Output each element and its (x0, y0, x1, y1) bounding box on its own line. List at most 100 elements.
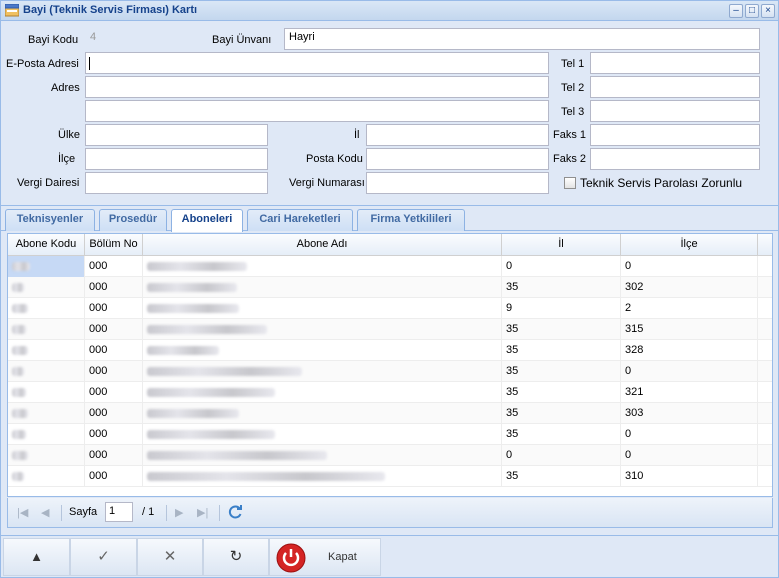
il-cell: 0 (502, 445, 621, 466)
tel1-field[interactable] (590, 52, 760, 74)
page-count: / 1 (142, 506, 155, 518)
redacted-text (12, 408, 28, 418)
il-field[interactable] (366, 124, 549, 146)
adres-label: Adres (51, 82, 80, 94)
next-page-icon[interactable]: ▶ (175, 506, 183, 519)
table-row[interactable]: 000 35 0 (8, 424, 772, 445)
window-icon (5, 4, 19, 17)
bolum-no-cell: 000 (85, 361, 143, 382)
redacted-text (147, 387, 275, 397)
table-row[interactable]: 000 35 302 (8, 277, 772, 298)
tab-firma-yetkilileri[interactable]: Firma Yetkilileri (357, 209, 465, 231)
tab-teknisyenler[interactable]: Teknisyenler (5, 209, 95, 231)
abone-kodu-cell (8, 298, 85, 319)
bolum-no-cell: 000 (85, 445, 143, 466)
close-icon[interactable]: × (761, 4, 775, 18)
ilce-cell: 0 (621, 256, 758, 277)
vergi-numarasi-field[interactable] (366, 172, 549, 194)
bolum-no-cell: 000 (85, 466, 143, 487)
confirm-button[interactable]: ✓ (70, 538, 137, 576)
up-arrow-icon: ▲ (30, 549, 43, 564)
ilce-cell: 315 (621, 319, 758, 340)
abone-adi-cell (143, 382, 502, 403)
abone-adi-cell (143, 340, 502, 361)
il-label: İl (354, 129, 360, 141)
col-header-il[interactable]: İl (502, 234, 621, 256)
il-cell: 35 (502, 277, 621, 298)
bolum-no-cell: 000 (85, 403, 143, 424)
redacted-text (12, 450, 28, 460)
table-row[interactable]: 000 35 310 (8, 466, 772, 487)
pager-separator (166, 505, 167, 521)
col-header-ilce[interactable]: İlçe (621, 234, 758, 256)
col-header-abone-adi[interactable]: Abone Adı (143, 234, 502, 256)
abone-adi-cell (143, 361, 502, 382)
tel3-label: Tel 3 (561, 106, 585, 118)
col-header-abone-kodu[interactable]: Abone Kodu (8, 234, 85, 256)
il-cell: 35 (502, 382, 621, 403)
grid-header: Abone Kodu Bölüm No Abone Adı İl İlçe (8, 234, 772, 256)
move-up-button[interactable]: ▲ (3, 538, 70, 576)
redacted-text (147, 345, 219, 355)
ilce-cell: 328 (621, 340, 758, 361)
posta-kodu-field[interactable] (366, 148, 549, 170)
dealer-form: Bayi Kodu 4 Bayi Ünvanı Hayri E-Posta Ad… (1, 22, 778, 206)
abone-adi-cell (143, 256, 502, 277)
il-cell: 35 (502, 319, 621, 340)
ilce-cell: 303 (621, 403, 758, 424)
bayi-unvani-field[interactable]: Hayri (284, 28, 760, 50)
abone-kodu-cell (8, 361, 85, 382)
adres-field-2[interactable] (85, 100, 549, 122)
ilce-field[interactable] (85, 148, 268, 170)
prev-page-icon[interactable]: ◀ (41, 506, 49, 519)
redacted-text (147, 324, 267, 334)
pager-separator (61, 505, 62, 521)
cancel-button[interactable]: ✕ (137, 538, 203, 576)
redacted-text (147, 303, 239, 313)
tab-cari-hareketleri[interactable]: Cari Hareketleri (247, 209, 353, 231)
tab-strip: Teknisyenler Prosedür Aboneleri Cari Har… (1, 207, 778, 232)
text-cursor (89, 57, 90, 70)
parola-zorunlu-checkbox[interactable] (564, 177, 576, 189)
table-row[interactable]: 000 0 0 (8, 256, 772, 277)
first-page-icon[interactable]: |◀ (17, 506, 28, 519)
table-row[interactable]: 000 35 321 (8, 382, 772, 403)
tel2-field[interactable] (590, 76, 760, 98)
abone-kodu-cell (8, 319, 85, 340)
abone-kodu-cell (8, 445, 85, 466)
table-row[interactable]: 000 35 303 (8, 403, 772, 424)
table-row[interactable]: 000 35 328 (8, 340, 772, 361)
adres-field-1[interactable] (85, 76, 549, 98)
tab-aboneleri[interactable]: Aboneleri (171, 209, 243, 232)
faks1-field[interactable] (590, 124, 760, 146)
tel3-field[interactable] (590, 100, 760, 122)
abone-kodu-cell (8, 277, 85, 298)
subscribers-grid: Abone Kodu Bölüm No Abone Adı İl İlçe 00… (7, 233, 773, 497)
tab-prosedur[interactable]: Prosedür (99, 209, 167, 231)
abone-adi-cell (143, 319, 502, 340)
redacted-text (12, 345, 28, 355)
col-header-bolum-no[interactable]: Bölüm No (85, 234, 143, 256)
refresh-button[interactable]: ↻ (203, 538, 269, 576)
minimize-icon[interactable]: – (729, 4, 743, 18)
last-page-icon[interactable]: ▶| (197, 506, 208, 519)
il-cell: 0 (502, 256, 621, 277)
table-row[interactable]: 000 35 315 (8, 319, 772, 340)
table-row[interactable]: 000 0 0 (8, 445, 772, 466)
faks2-field[interactable] (590, 148, 760, 170)
vergi-dairesi-field[interactable] (85, 172, 268, 194)
table-row[interactable]: 000 35 0 (8, 361, 772, 382)
redacted-text (12, 261, 30, 271)
bayi-kodu-label: Bayi Kodu (28, 34, 79, 46)
redacted-text (147, 282, 237, 292)
ulke-field[interactable] (85, 124, 268, 146)
redacted-text (12, 366, 24, 376)
refresh-icon[interactable] (227, 504, 243, 520)
page-number-input[interactable]: 1 (105, 502, 133, 522)
redacted-text (12, 324, 26, 334)
close-button[interactable]: Kapat (269, 538, 381, 576)
maximize-icon[interactable]: □ (745, 4, 759, 18)
il-cell: 35 (502, 340, 621, 361)
table-row[interactable]: 000 9 2 (8, 298, 772, 319)
eposta-field[interactable] (85, 52, 549, 74)
